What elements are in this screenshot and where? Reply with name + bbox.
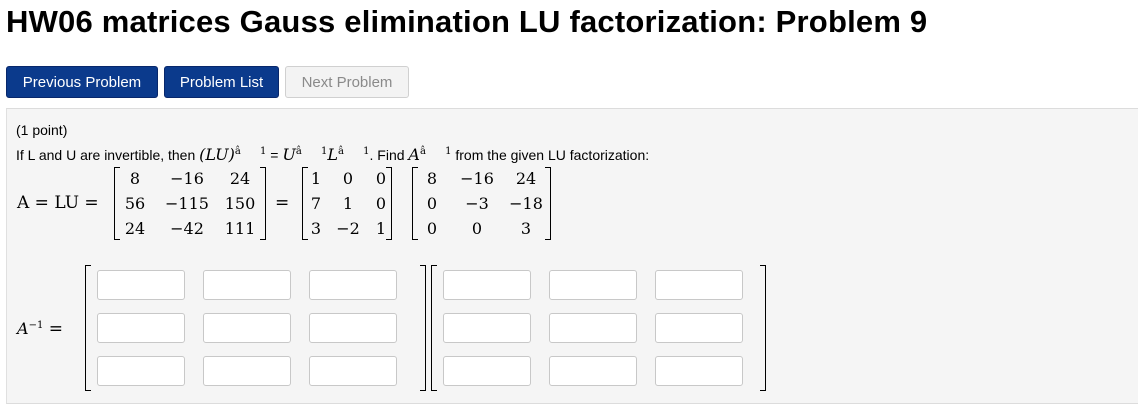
equals-sign: = [270,147,279,163]
page-title: HW06 matrices Gauss elimination LU facto… [6,4,928,39]
lu-exponent: â 1 [234,146,267,157]
matrix-l-right-bracket [386,167,392,240]
answer-input[interactable] [203,356,291,386]
matrix-a-cell: 8 [129,169,141,188]
matrix-a-cell: −42 [170,219,204,238]
matrix-u-right-bracket [545,167,551,240]
answer-input[interactable] [443,356,531,386]
matrix-u-cell: −18 [509,194,543,213]
a-exponent: â 1 [419,146,452,157]
matrix-l-cell: 0 [375,194,387,213]
previous-problem-button[interactable]: Previous Problem [6,66,158,98]
answer-input[interactable] [549,313,637,343]
matrix-a-cell: 24 [124,219,146,238]
statement-suffix: from the given LU factorization: [455,147,650,163]
statement-prefix: If L and U are invertible, then [16,147,196,163]
matrix-a-right-bracket [260,167,266,240]
equation-lhs-label: A = LU = [17,193,99,213]
inverse-label-exponent: −1 [28,320,44,331]
matrix-u-cell: 0 [471,219,483,238]
matrix-l-cell: −2 [336,219,360,238]
u-symbol: U [282,145,296,164]
answer-input[interactable] [203,313,291,343]
answer-input[interactable] [655,313,743,343]
matrix-l-cell: 0 [342,169,354,188]
inverse-label: A−1 = [17,319,63,339]
a-symbol: A [408,145,420,164]
matrix-a-cell: −16 [170,169,204,188]
matrix-u-cell: 8 [426,169,438,188]
matrix-a-cell: −115 [165,194,209,213]
matrix-u-cell: −16 [460,169,494,188]
matrix-l-cell: 3 [310,219,322,238]
matrix-u-cell: 24 [515,169,537,188]
l-exponent: â 1 [337,146,370,157]
answer-input[interactable] [443,270,531,300]
answer-input[interactable] [655,270,743,300]
answer-input[interactable] [309,356,397,386]
lu-expression: (LU) [199,145,235,164]
answer-input[interactable] [549,270,637,300]
answer-input[interactable] [309,313,397,343]
find-text: . Find [369,147,405,163]
matrix-a-cell: 24 [229,169,251,188]
matrix-a-cell: 111 [224,219,256,238]
answer-input[interactable] [97,313,185,343]
matrix-l-cell: 1 [310,169,322,188]
matrix-l-cell: 1 [342,194,354,213]
answer-input[interactable] [549,356,637,386]
next-problem-button[interactable]: Next Problem [285,66,409,98]
inverse-matrix-left-bracket [85,265,91,391]
answer-input[interactable] [97,356,185,386]
inverse-label-symbol: A [17,319,29,338]
matrix-u-cell: 0 [426,194,438,213]
l-symbol: L [327,145,338,164]
u-exponent: â 1 [295,146,328,157]
matrix-u-left-bracket [412,167,418,240]
matrix-u-cell: −3 [465,194,489,213]
matrix-l-left-bracket [302,167,308,240]
answer-input[interactable] [97,270,185,300]
answer-input[interactable] [655,356,743,386]
inverse-label-equals: = [48,319,63,339]
matrix-a-cell: 150 [224,194,256,213]
equation-equals: = [275,193,290,213]
inverse-matrix-separator-right [431,265,437,391]
inverse-matrix-right-bracket [760,265,766,391]
matrix-l-cell: 0 [375,169,387,188]
problem-statement: If L and U are invertible, then (LU)â … [16,145,649,164]
inverse-matrix-separator-left [420,265,426,391]
answer-input[interactable] [443,313,531,343]
matrix-u-cell: 3 [520,219,532,238]
answer-input[interactable] [203,270,291,300]
matrix-u-cell: 0 [426,219,438,238]
matrix-l-cell: 7 [310,194,322,213]
problem-list-button[interactable]: Problem List [164,66,279,98]
point-value: (1 point) [16,122,68,138]
matrix-a-cell: 56 [124,194,146,213]
matrix-l-cell: 1 [375,219,387,238]
matrix-a-left-bracket [114,167,120,240]
answer-input[interactable] [309,270,397,300]
